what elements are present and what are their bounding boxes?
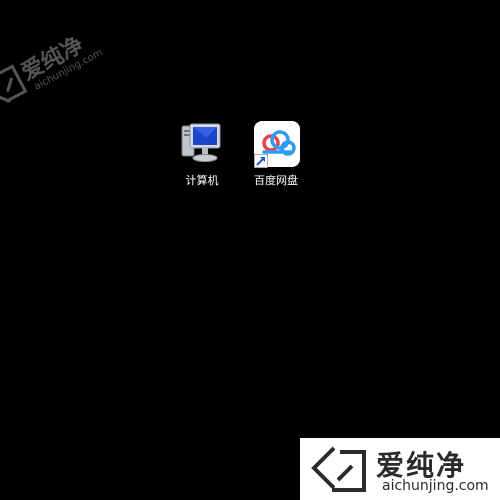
desktop-icon-baidu-netdisk[interactable]: 百度网盘 [250, 120, 302, 188]
desktop-icon-label: 计算机 [185, 174, 219, 187]
watermark-subtitle: aichunjing.com [382, 478, 489, 494]
watermark-top-left: 爱纯净 aichunjing.com [0, 2, 154, 170]
desktop[interactable]: 爱纯净 aichunjing.com 计算机 百度网盘 爱纯净 aichunji… [0, 0, 500, 500]
computer-icon [176, 120, 228, 168]
baidu-netdisk-icon [250, 120, 302, 168]
shortcut-arrow-icon [254, 154, 268, 168]
watermark-bottom-right: 爱纯净 aichunjing.com [300, 438, 500, 500]
desktop-icon-label: 百度网盘 [254, 174, 298, 187]
watermark-logo-icon [311, 446, 366, 492]
desktop-icon-computer[interactable]: 计算机 [176, 120, 228, 188]
